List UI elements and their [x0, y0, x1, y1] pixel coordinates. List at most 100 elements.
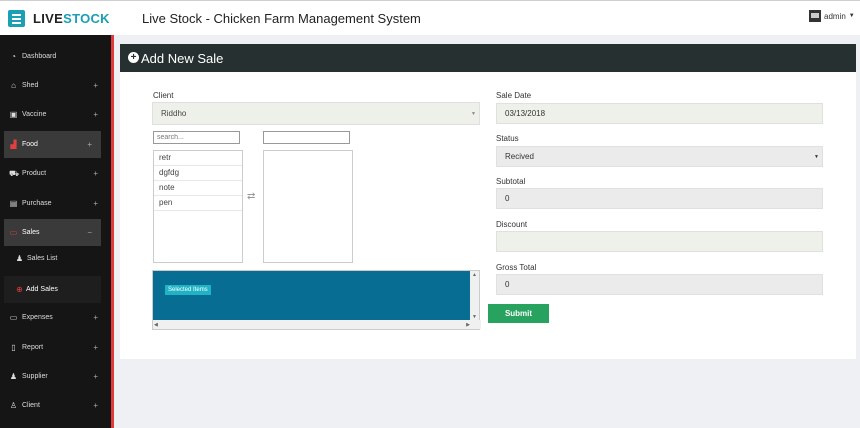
sidebar-item-label: Supplier [22, 373, 48, 380]
sidebar-item-expenses[interactable]: ▭ Expenses + [0, 304, 111, 331]
sidebar-subitem-sales-list[interactable]: ♟ Sales List [0, 245, 111, 272]
logo-text-stock: STOCK [63, 11, 110, 26]
expand-icon: + [93, 199, 98, 208]
sidebar-item-product[interactable]: ⛟ Product + [0, 160, 111, 187]
expand-icon: + [93, 372, 98, 381]
sidebar-subitem-add-sales[interactable]: ⊕ Add Sales [4, 276, 101, 303]
briefcase-icon: ▣ [9, 110, 18, 119]
sidebar: ◔ Dashboard ⌂ Shed + ▣ Vaccine + ▟ Food … [0, 35, 114, 428]
sidebar-item-food[interactable]: ▟ Food + [4, 131, 101, 158]
discount-input[interactable] [496, 231, 823, 252]
sidebar-item-report[interactable]: ▯ Report + [0, 334, 111, 361]
sidebar-item-client[interactable]: ♙ Client + [0, 392, 111, 419]
status-select-value: Recived [505, 152, 534, 161]
sidebar-item-label: Dashboard [22, 53, 57, 60]
users-icon: ♟ [9, 372, 18, 381]
expand-icon: + [93, 81, 98, 90]
horizontal-scrollbar[interactable]: ◀ ▶ [153, 320, 481, 329]
sidebar-item-label: Sales List [27, 255, 58, 262]
chevron-down-icon: ▼ [814, 153, 819, 160]
sidebar-item-label: Product [22, 170, 47, 177]
client-label: Client [153, 91, 174, 100]
panel-header: + Add New Sale [120, 44, 856, 72]
user-name: admin [824, 11, 846, 21]
money-icon: ▭ [9, 228, 18, 237]
scroll-up-icon[interactable]: ▲ [472, 272, 477, 278]
chevron-down-icon: ▼ [848, 13, 855, 19]
subtotal-value: 0 [505, 194, 510, 203]
logo[interactable]: LIVESTOCK [33, 11, 110, 26]
sidebar-item-label: Sales [22, 229, 40, 236]
client-select-value: Riddho [161, 109, 187, 118]
gross-total-label: Gross Total [496, 263, 537, 272]
cart-icon: ⛟ [9, 168, 20, 178]
list-item[interactable]: dgfdg [154, 166, 242, 181]
gross-total-value: 0 [505, 280, 510, 289]
selected-items-list[interactable] [263, 150, 353, 263]
plus-circle-icon: + [128, 52, 139, 63]
sale-date-value: 03/13/2018 [505, 109, 546, 118]
sidebar-item-sales[interactable]: ▭ Sales − [4, 219, 101, 246]
hamburger-icon-line [12, 22, 21, 24]
scroll-right-icon[interactable]: ▶ [466, 322, 470, 328]
sidebar-item-shed[interactable]: ⌂ Shed + [0, 72, 111, 99]
selected-items-tag: Selected Items [165, 285, 211, 295]
users-icon: ♟ [15, 254, 24, 263]
expand-icon: + [93, 401, 98, 410]
sidebar-item-label: Vaccine [22, 111, 47, 118]
sidebar-item-vaccine[interactable]: ▣ Vaccine + [0, 101, 111, 128]
list-item[interactable]: pen [154, 196, 242, 211]
home-icon: ⌂ [11, 81, 16, 90]
subtotal-input[interactable]: 0 [496, 188, 823, 209]
sidebar-item-label: Shed [22, 82, 39, 89]
sale-date-label: Sale Date [496, 91, 532, 100]
logo-text-live: LIVE [33, 11, 64, 26]
submit-button[interactable]: Submit [488, 304, 549, 323]
sale-date-input[interactable]: 03/13/2018 [496, 103, 823, 124]
sidebar-item-dashboard[interactable]: ◔ Dashboard [0, 43, 111, 70]
dashboard-icon: ◔ [11, 52, 16, 61]
menu-toggle-button[interactable] [8, 10, 25, 27]
gross-total-input[interactable]: 0 [496, 274, 823, 295]
user-icon: ♙ [9, 401, 18, 410]
subtotal-label: Subtotal [496, 177, 526, 186]
list-item[interactable]: retr [154, 151, 242, 166]
sidebar-item-label: Report [22, 344, 44, 351]
status-label: Status [496, 134, 519, 143]
expand-icon: + [93, 169, 98, 178]
sidebar-item-purchase[interactable]: ▤ Purchase + [0, 190, 111, 217]
sidebar-item-label: Purchase [22, 200, 52, 207]
selected-items-area: Selected Items [153, 271, 471, 321]
plus-circle-icon: ⊕ [16, 285, 23, 294]
vertical-scrollbar[interactable]: ▲ ▼ [470, 271, 479, 321]
hamburger-icon-line [12, 18, 21, 20]
bar-chart-icon: ▟ [10, 140, 17, 149]
transfer-arrows-icon: ⇄ [247, 191, 256, 202]
sidebar-item-label: Expenses [22, 314, 53, 321]
sidebar-item-label: Add Sales [26, 286, 58, 293]
sidebar-item-label: Food [22, 141, 38, 148]
chevron-down-icon: ▼ [471, 110, 476, 117]
book-icon: ▤ [9, 199, 18, 208]
available-items-search-input[interactable] [153, 131, 240, 144]
expand-icon: + [87, 140, 92, 149]
avatar [809, 10, 821, 22]
client-select[interactable]: Riddho ▼ [152, 102, 480, 125]
status-select[interactable]: Recived ▼ [496, 146, 823, 167]
discount-label: Discount [496, 220, 528, 229]
collapse-icon: − [87, 228, 92, 237]
top-bar: LIVESTOCK Live Stock - Chicken Farm Mana… [0, 0, 860, 35]
app-title: Live Stock - Chicken Farm Management Sys… [142, 11, 421, 26]
selected-items-box[interactable]: Selected Items ▲ ▼ ◀ ▶ [152, 270, 481, 330]
sidebar-item-supplier[interactable]: ♟ Supplier + [0, 363, 111, 390]
page-title: Add New Sale [141, 51, 224, 66]
expand-icon: + [93, 110, 98, 119]
selected-items-search-input[interactable] [263, 131, 350, 144]
scroll-left-icon[interactable]: ◀ [154, 322, 158, 328]
expand-icon: + [93, 313, 98, 322]
available-items-list[interactable]: retr dgfdg note pen [153, 150, 243, 263]
list-item[interactable]: note [154, 181, 242, 196]
expand-icon: + [93, 343, 98, 352]
hamburger-icon [12, 14, 21, 16]
user-menu[interactable]: admin ▼ [809, 10, 855, 22]
